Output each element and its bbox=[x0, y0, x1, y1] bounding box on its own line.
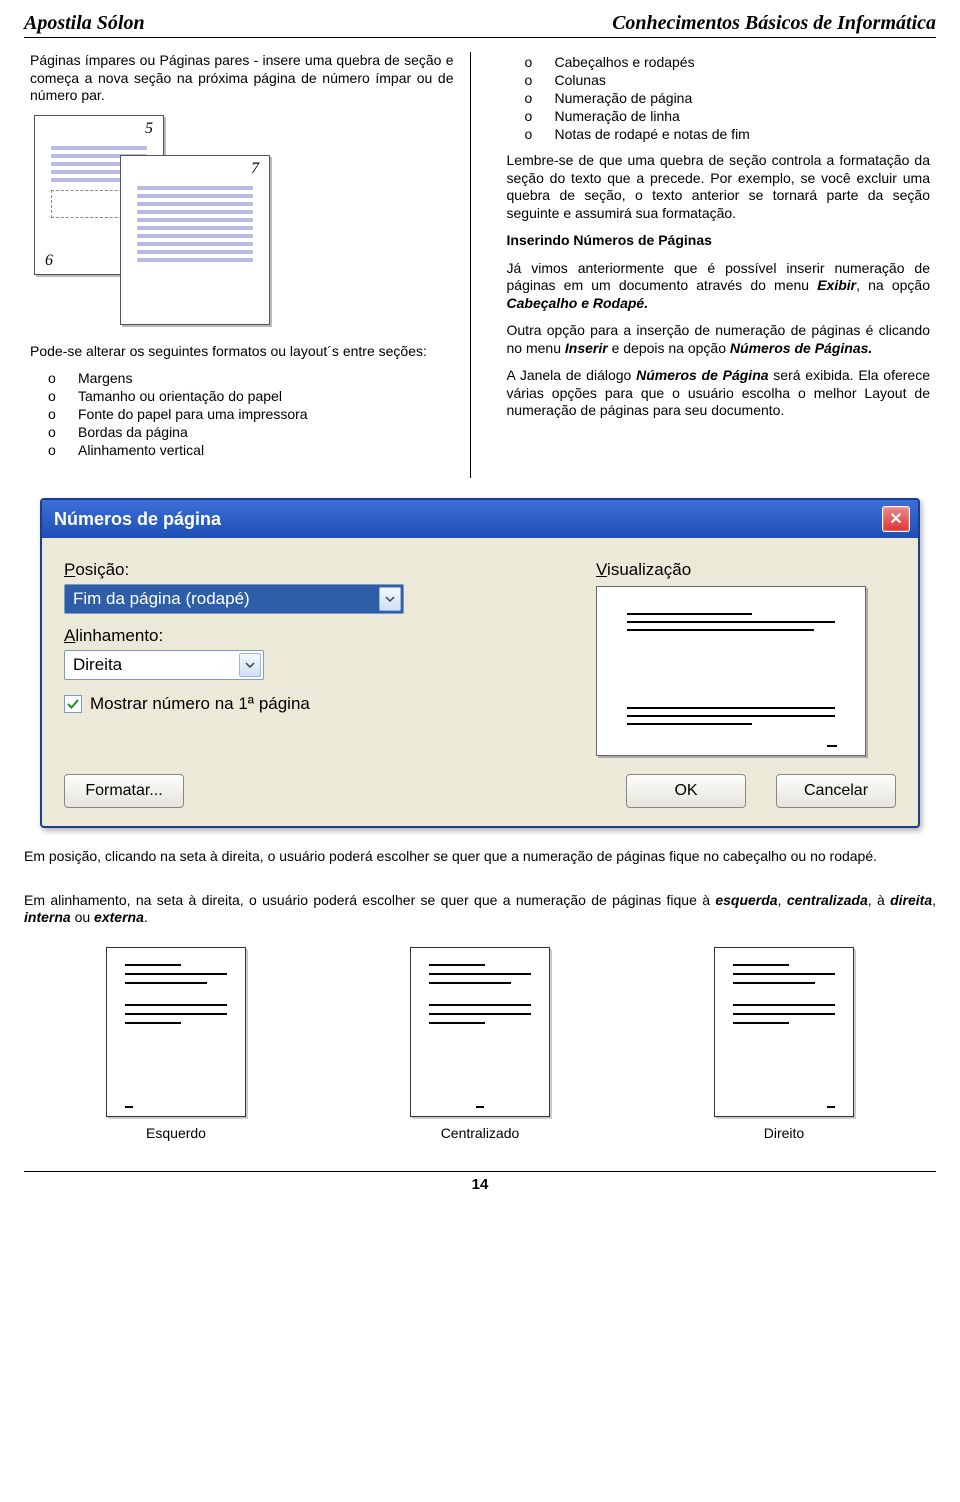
below-para-1: Em posição, clicando na seta à direita, … bbox=[24, 848, 936, 866]
diagram-page-number: 7 bbox=[251, 160, 259, 178]
below-para-2: Em alinhamento, na seta à direita, o usu… bbox=[24, 892, 936, 927]
chevron-down-icon bbox=[245, 660, 255, 670]
align-center-label: Centralizado bbox=[410, 1125, 550, 1141]
right-para-4: A Janela de diálogo Números de Página se… bbox=[507, 367, 931, 420]
dialog-title-text: Números de página bbox=[54, 509, 221, 530]
right-column: Cabeçalhos e rodapés Colunas Numeração d… bbox=[491, 52, 937, 478]
dialog-titlebar: Números de página ✕ bbox=[42, 500, 918, 538]
right-top-list: Cabeçalhos e rodapés Colunas Numeração d… bbox=[507, 54, 931, 142]
alinhamento-label: Alinhamento: bbox=[64, 626, 566, 646]
show-first-page-checkbox-row: Mostrar número na 1ª página bbox=[64, 694, 566, 714]
list-item: Numeração de linha bbox=[525, 108, 931, 124]
visualizacao-label: Visualização bbox=[596, 560, 896, 580]
align-center-col: Centralizado bbox=[410, 947, 550, 1141]
right-para-3: Outra opção para a inserção de numeração… bbox=[507, 322, 931, 357]
dialog-right-panel: Visualização bbox=[596, 556, 896, 756]
alignment-previews: Esquerdo Centralizado Direito bbox=[24, 947, 936, 1141]
dialog-button-row: Formatar... OK Cancelar bbox=[42, 774, 918, 826]
layouts-lead: Pode-se alterar os seguintes formatos ou… bbox=[30, 343, 454, 361]
chevron-down-icon bbox=[385, 594, 395, 604]
two-column-area: Páginas ímpares ou Páginas pares - inser… bbox=[24, 52, 936, 478]
posicao-dropdown-button[interactable] bbox=[379, 587, 401, 611]
align-right-page bbox=[714, 947, 854, 1117]
close-button[interactable]: ✕ bbox=[882, 506, 910, 532]
preview-page-number-mark bbox=[827, 745, 837, 747]
align-right-label: Direito bbox=[714, 1125, 854, 1141]
checkbox-label: Mostrar número na 1ª página bbox=[90, 694, 310, 714]
align-left-label: Esquerdo bbox=[106, 1125, 246, 1141]
list-item: Numeração de página bbox=[525, 90, 931, 106]
dialog-left-panel: Posição: Fim da página (rodapé) Alinhame… bbox=[64, 556, 566, 756]
list-item: Bordas da página bbox=[48, 424, 454, 440]
header-right: Conhecimentos Básicos de Informática bbox=[612, 12, 936, 35]
right-para-1: Lembre-se de que uma quebra de seção con… bbox=[507, 152, 931, 222]
alinhamento-value: Direita bbox=[73, 655, 122, 675]
diagram-page-number: 5 bbox=[145, 120, 153, 138]
section-break-diagram: 5 6 7 bbox=[30, 115, 290, 325]
posicao-label: Posição: bbox=[64, 560, 566, 580]
left-column: Páginas ímpares ou Páginas pares - inser… bbox=[24, 52, 471, 478]
left-intro: Páginas ímpares ou Páginas pares - inser… bbox=[30, 52, 454, 105]
cancelar-button[interactable]: Cancelar bbox=[776, 774, 896, 808]
alinhamento-dropdown-button[interactable] bbox=[239, 653, 261, 677]
list-item: Notas de rodapé e notas de fim bbox=[525, 126, 931, 142]
list-item: Alinhamento vertical bbox=[48, 442, 454, 458]
diagram-page-number: 6 bbox=[45, 252, 53, 270]
posicao-combobox[interactable]: Fim da página (rodapé) bbox=[64, 584, 404, 614]
align-left-page bbox=[106, 947, 246, 1117]
page-numbers-dialog: Números de página ✕ Posição: Fim da pági… bbox=[40, 498, 920, 828]
list-item: Tamanho ou orientação do papel bbox=[48, 388, 454, 404]
layouts-list: Margens Tamanho ou orientação do papel F… bbox=[30, 370, 454, 458]
formatar-button[interactable]: Formatar... bbox=[64, 774, 184, 808]
align-center-page bbox=[410, 947, 550, 1117]
checkmark-icon bbox=[66, 697, 80, 711]
insert-page-numbers-heading: Inserindo Números de Páginas bbox=[507, 232, 931, 250]
header-left: Apostila Sólon bbox=[24, 12, 145, 35]
posicao-value: Fim da página (rodapé) bbox=[73, 589, 250, 609]
show-first-page-checkbox[interactable] bbox=[64, 695, 82, 713]
alinhamento-combobox[interactable]: Direita bbox=[64, 650, 264, 680]
list-item: Colunas bbox=[525, 72, 931, 88]
list-item: Fonte do papel para uma impressora bbox=[48, 406, 454, 422]
align-right-col: Direito bbox=[714, 947, 854, 1141]
align-left-col: Esquerdo bbox=[106, 947, 246, 1141]
diagram-page-7: 7 bbox=[120, 155, 270, 325]
preview-box bbox=[596, 586, 866, 756]
ok-button[interactable]: OK bbox=[626, 774, 746, 808]
close-icon: ✕ bbox=[889, 509, 902, 529]
right-para-2: Já vimos anteriormente que é possível in… bbox=[507, 260, 931, 313]
list-item: Margens bbox=[48, 370, 454, 386]
list-item: Cabeçalhos e rodapés bbox=[525, 54, 931, 70]
page-number-footer: 14 bbox=[24, 1171, 936, 1193]
dialog-body: Posição: Fim da página (rodapé) Alinhame… bbox=[42, 538, 918, 774]
page-header: Apostila Sólon Conhecimentos Básicos de … bbox=[24, 12, 936, 38]
